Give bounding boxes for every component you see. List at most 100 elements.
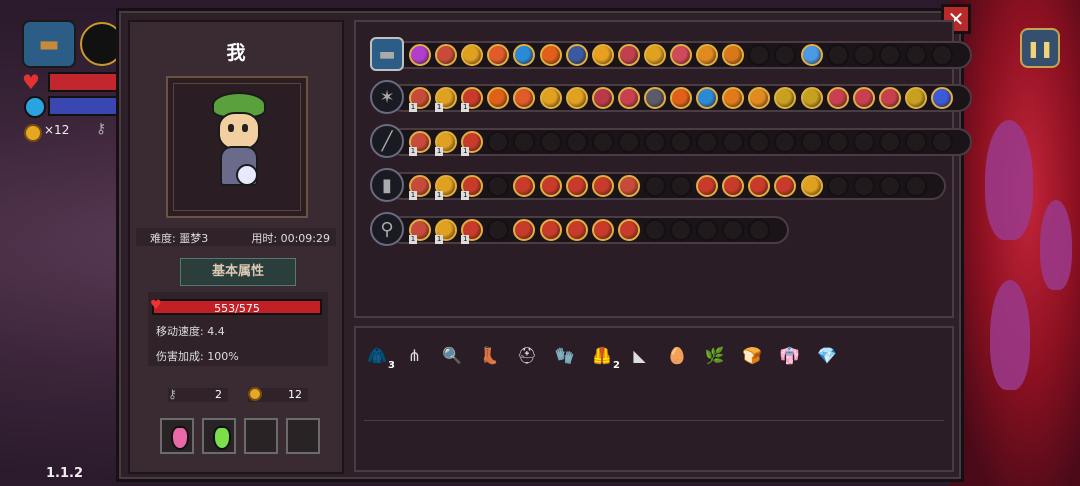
skill-icon[interactable] <box>696 44 719 66</box>
skill-icon[interactable] <box>435 44 458 66</box>
helmet-item[interactable]: ⛑ <box>514 342 540 368</box>
skill-icon[interactable] <box>670 44 692 66</box>
chest-icon[interactable]: ▬ <box>22 20 76 68</box>
skill-icon[interactable] <box>904 87 927 109</box>
run-info-row: 难度: 噩梦3 用时: 00:09:29 <box>136 228 336 246</box>
empty-skill-slot[interactable] <box>696 219 719 241</box>
skill-level-badge: 1 <box>409 103 417 112</box>
empty-skill-slot[interactable] <box>643 219 666 241</box>
armor-item[interactable]: 🦺 <box>589 342 615 368</box>
egg-item[interactable]: 🥚 <box>664 342 690 368</box>
coin-count: 12 <box>248 387 308 402</box>
empty-skill-slot[interactable] <box>852 44 875 66</box>
rod-weapon-icon[interactable]: ╱ <box>370 124 404 158</box>
chest-weapon-icon[interactable]: ▬ <box>370 37 404 71</box>
skill-icon[interactable] <box>696 87 719 109</box>
empty-skill-slot[interactable] <box>826 131 849 153</box>
coin-icon <box>24 124 42 142</box>
eye-icon <box>242 124 248 132</box>
magnifier-item[interactable]: 🔍 <box>439 342 465 368</box>
boot-item[interactable]: 👢 <box>477 342 503 368</box>
potion-slot[interactable] <box>244 418 278 454</box>
skill-level-badge: 1 <box>409 235 417 244</box>
item-count: 3 <box>388 360 395 371</box>
skill-icon[interactable] <box>591 44 614 66</box>
skill-icon[interactable] <box>878 87 901 109</box>
empty-skill-slot[interactable] <box>539 131 562 153</box>
skill-icon[interactable] <box>826 87 849 109</box>
skill-level-badge: 1 <box>435 103 444 112</box>
empty-skill-slot[interactable] <box>904 44 927 66</box>
gauntlet-weapon-icon[interactable]: ▮ <box>370 168 404 202</box>
empty-skill-slot[interactable] <box>670 175 692 197</box>
empty-skill-slot[interactable] <box>617 131 640 153</box>
skill-icon[interactable] <box>565 44 588 66</box>
empty-skill-slot[interactable] <box>826 44 849 66</box>
skill-icon[interactable] <box>696 175 719 197</box>
empty-skill-slot[interactable] <box>878 175 901 197</box>
skill-level-badge: 1 <box>435 191 444 200</box>
bread-item[interactable]: 🍞 <box>739 342 765 368</box>
empty-skill-slot[interactable] <box>931 131 953 153</box>
empty-skill-slot[interactable] <box>904 175 927 197</box>
potion-slot[interactable] <box>202 418 236 454</box>
skill-icon[interactable] <box>852 87 875 109</box>
rainbow-cape-item[interactable]: ◣ <box>627 342 653 368</box>
skill-icon[interactable] <box>539 44 562 66</box>
potion-slot[interactable] <box>160 418 194 454</box>
skill-icon[interactable] <box>931 87 953 109</box>
skill-icon[interactable] <box>591 219 614 241</box>
skill-icon[interactable] <box>617 44 640 66</box>
skill-icon[interactable] <box>539 219 562 241</box>
robe-item[interactable]: 👘 <box>777 342 803 368</box>
gauntlet-item[interactable]: 🧤 <box>552 342 578 368</box>
skill-icon[interactable] <box>565 175 588 197</box>
leaf-item[interactable]: 🌿 <box>702 342 728 368</box>
character-portrait <box>166 76 308 218</box>
pause-button[interactable]: ❚❚ <box>1020 28 1060 68</box>
tentacle-decoration <box>1040 200 1072 290</box>
skill-icon[interactable] <box>643 87 666 109</box>
empty-skill-slot[interactable] <box>565 131 588 153</box>
empty-skill-slot[interactable] <box>643 131 666 153</box>
skill-icon[interactable] <box>409 44 431 66</box>
potion-slot[interactable] <box>286 418 320 454</box>
heart-icon: ♥ <box>22 70 40 94</box>
empty-skill-slot[interactable] <box>931 44 953 66</box>
empty-skill-slot[interactable] <box>826 175 849 197</box>
skill-icon[interactable] <box>617 219 640 241</box>
empty-skill-slot[interactable] <box>878 131 901 153</box>
crystal-item[interactable]: 💎 <box>814 342 840 368</box>
skill-icon[interactable] <box>643 44 666 66</box>
hud-coin-count: ×12 <box>44 123 70 137</box>
skill-icon[interactable] <box>670 87 692 109</box>
skill-icon[interactable] <box>565 87 588 109</box>
skill-icon[interactable] <box>591 87 614 109</box>
skill-icon[interactable] <box>565 219 588 241</box>
empty-skill-slot[interactable] <box>670 219 692 241</box>
empty-skill-slot[interactable] <box>670 131 692 153</box>
empty-skill-slot[interactable] <box>696 131 719 153</box>
empty-skill-slot[interactable] <box>904 131 927 153</box>
skill-icon[interactable] <box>617 175 640 197</box>
staff-weapon-icon[interactable]: ✶ <box>370 80 404 114</box>
skill-icon[interactable] <box>617 87 640 109</box>
empty-skill-slot[interactable] <box>878 44 901 66</box>
elapsed-time-label: 用时: 00:09:29 <box>251 232 330 245</box>
skill-icon[interactable] <box>539 175 562 197</box>
tentacle-decoration <box>990 280 1030 390</box>
skill-icon[interactable] <box>800 175 823 197</box>
empty-skill-slot[interactable] <box>852 175 875 197</box>
cloak-item[interactable]: 🧥 <box>364 342 390 368</box>
skill-icon[interactable] <box>591 175 614 197</box>
empty-skill-slot[interactable] <box>852 131 875 153</box>
empty-skill-slot[interactable] <box>643 175 666 197</box>
torch-weapon-icon[interactable]: ⚲ <box>370 212 404 246</box>
skill-icon[interactable] <box>800 44 823 66</box>
antler-item[interactable]: ⋔ <box>402 342 428 368</box>
skill-icon[interactable] <box>539 87 562 109</box>
attributes-title: 基本属性 <box>180 258 296 286</box>
skill-icon[interactable] <box>800 87 823 109</box>
empty-skill-slot[interactable] <box>591 131 614 153</box>
empty-skill-slot[interactable] <box>800 131 823 153</box>
